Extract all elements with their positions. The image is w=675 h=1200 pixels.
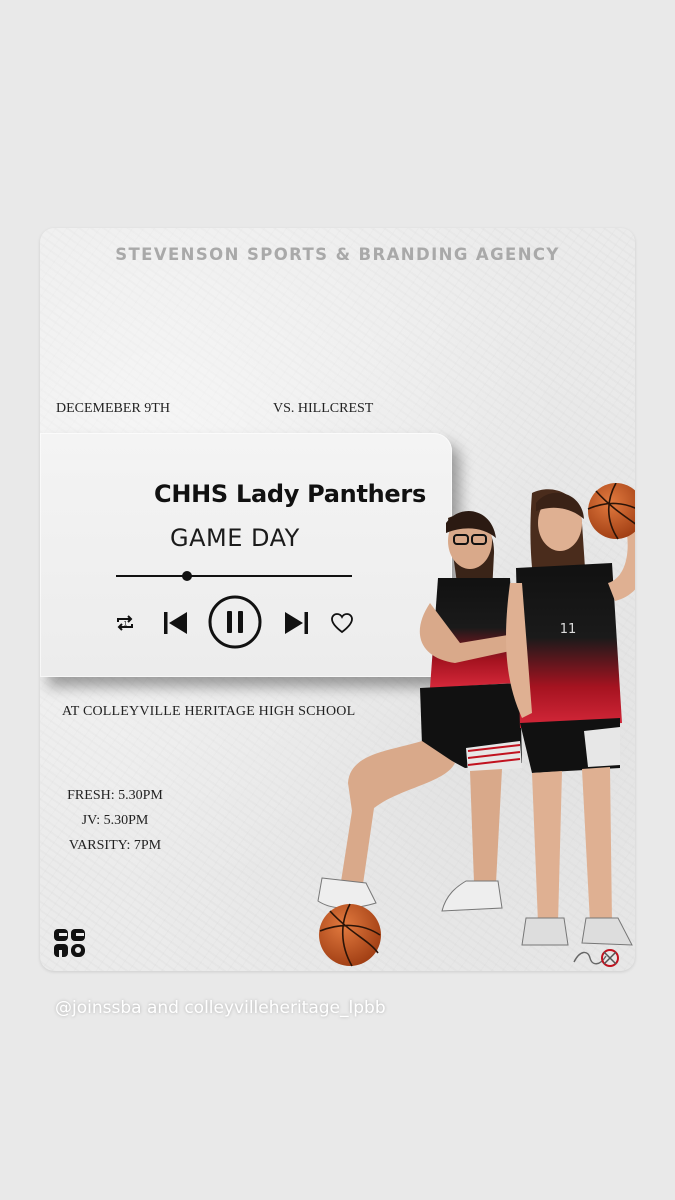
- story-card: STEVENSON SPORTS & BRANDING AGENCY DECEM…: [40, 228, 635, 971]
- time-fresh: FRESH: 5.30PM: [67, 788, 163, 803]
- progress-knob[interactable]: [181, 571, 192, 581]
- opponent: VS. HILLCREST: [273, 401, 374, 416]
- ssba-logo: [54, 929, 85, 957]
- players-photo: 11: [317, 483, 635, 967]
- designer-signature-icon: [573, 949, 619, 967]
- pause-button[interactable]: [207, 594, 263, 650]
- story-caption[interactable]: @joinssba and colleyvilleheritage_lpbb: [55, 998, 386, 1018]
- agency-name: STEVENSON SPORTS & BRANDING AGENCY: [115, 245, 560, 264]
- skip-previous-icon[interactable]: [158, 606, 192, 640]
- repeat-icon[interactable]: 1: [113, 611, 137, 635]
- svg-text:1: 1: [124, 621, 128, 628]
- jersey-number: 11: [560, 622, 577, 637]
- time-jv: JV: 5.30PM: [81, 813, 149, 828]
- game-times: FRESH: 5.30PM JV: 5.30PM VARSITY: 7PM: [62, 783, 168, 858]
- time-varsity: VARSITY: 7PM: [68, 838, 162, 853]
- game-date: DECEMEBER 9TH: [56, 401, 170, 416]
- pause-icon: [208, 595, 262, 649]
